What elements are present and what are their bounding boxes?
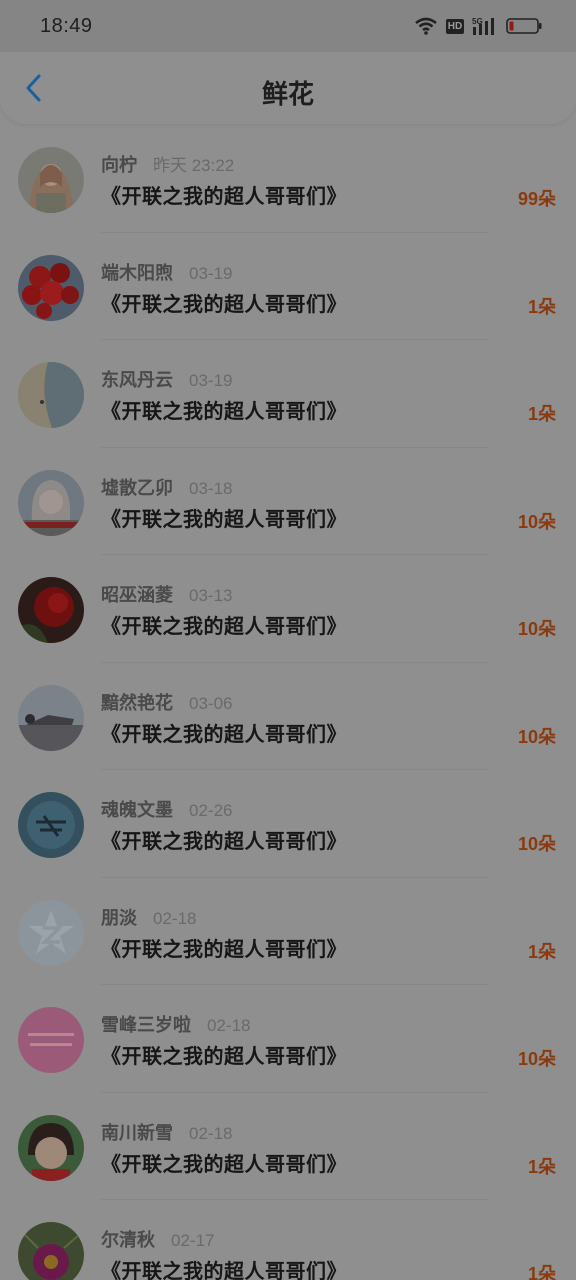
item-meta: 向柠 昨天 23:22 — [101, 151, 234, 177]
user-name[interactable]: 墟散乙卯 — [101, 474, 173, 500]
flower-count: 10朵 — [517, 834, 556, 854]
avatar[interactable] — [18, 899, 84, 966]
user-name[interactable]: 东风丹云 — [101, 366, 173, 392]
avatar[interactable] — [18, 147, 84, 213]
book-title[interactable]: 《开联之我的超人哥哥们》 — [101, 718, 347, 747]
item-meta: 南川新雪 02-18 — [101, 1119, 232, 1145]
send-time: 02-18 — [189, 1123, 233, 1143]
list-item[interactable]: 向柠 昨天 23:22 《开联之我的超人哥哥们》 99朵 — [0, 125, 576, 233]
list-item[interactable]: 魂魄文墨 02-26 《开联之我的超人哥哥们》 10朵 — [0, 770, 576, 878]
avatar[interactable] — [18, 254, 84, 321]
flower-count: 10朵 — [517, 511, 556, 532]
status-icons: HD 5G — [414, 17, 542, 35]
item-meta: 墟散乙卯 03-18 — [101, 474, 232, 500]
flower-list-screen: 18:49 HD 5G 鲜花 向柠 昨天 23:22 《开联之我的超人哥哥们》 … — [0, 0, 576, 1280]
item-meta: 雪峰三岁啦 02-18 — [101, 1011, 250, 1037]
user-name[interactable]: 魂魄文墨 — [101, 796, 173, 822]
avatar[interactable] — [18, 362, 84, 428]
item-meta: 朋淡 02-18 — [101, 904, 196, 930]
item-meta: 东风丹云 03-19 — [101, 366, 232, 392]
user-name[interactable]: 雪峰三岁啦 — [101, 1011, 191, 1037]
page-header: 鲜花 — [0, 52, 576, 124]
book-title[interactable]: 《开联之我的超人哥哥们》 — [101, 395, 347, 424]
flower-count: 10朵 — [517, 1049, 556, 1069]
book-title[interactable]: 《开联之我的超人哥哥们》 — [101, 288, 347, 317]
book-title[interactable]: 《开联之我的超人哥哥们》 — [101, 1255, 347, 1280]
status-time: 18:49 — [40, 14, 93, 37]
flower-count: 10朵 — [517, 726, 556, 747]
send-time: 03-13 — [189, 586, 233, 605]
item-meta: 魂魄文墨 02-26 — [101, 796, 232, 822]
signal-icon: 5G — [472, 17, 498, 35]
flower-count: 1朵 — [527, 1264, 556, 1280]
send-time: 02-26 — [189, 801, 233, 820]
avatar[interactable] — [18, 1114, 84, 1181]
item-meta: 黯然艳花 03-06 — [101, 689, 232, 715]
wifi-icon — [414, 17, 438, 35]
flower-list: 向柠 昨天 23:22 《开联之我的超人哥哥们》 99朵 端木阳煦 03-19 … — [0, 125, 576, 1280]
item-meta: 尔清秋 02-17 — [101, 1226, 214, 1252]
list-item[interactable]: 昭巫涵菱 03-13 《开联之我的超人哥哥们》 10朵 — [0, 555, 576, 663]
book-title[interactable]: 《开联之我的超人哥哥们》 — [101, 1148, 347, 1177]
avatar[interactable] — [18, 469, 84, 536]
item-meta: 昭巫涵菱 03-13 — [101, 581, 232, 607]
flower-count: 10朵 — [517, 619, 556, 639]
book-title[interactable]: 《开联之我的超人哥哥们》 — [101, 825, 347, 854]
status-bar: 18:49 HD 5G — [0, 0, 576, 52]
user-name[interactable]: 端木阳煦 — [101, 259, 173, 285]
avatar[interactable] — [18, 1007, 84, 1073]
flower-count: 1朵 — [527, 404, 556, 424]
user-name[interactable]: 黯然艳花 — [101, 689, 173, 715]
flower-count: 1朵 — [527, 296, 556, 317]
list-item[interactable]: 端木阳煦 03-19 《开联之我的超人哥哥们》 1朵 — [0, 233, 576, 340]
flower-count: 99朵 — [517, 189, 556, 209]
list-item[interactable]: 墟散乙卯 03-18 《开联之我的超人哥哥们》 10朵 — [0, 448, 576, 555]
send-time: 03-19 — [189, 371, 233, 390]
avatar[interactable] — [18, 684, 84, 751]
list-item[interactable]: 南川新雪 02-18 《开联之我的超人哥哥们》 1朵 — [0, 1093, 576, 1200]
book-title[interactable]: 《开联之我的超人哥哥们》 — [101, 933, 347, 962]
avatar[interactable] — [18, 1222, 84, 1280]
book-title[interactable]: 《开联之我的超人哥哥们》 — [101, 180, 347, 209]
list-item[interactable]: 朋淡 02-18 《开联之我的超人哥哥们》 1朵 — [0, 878, 576, 985]
user-name[interactable]: 向柠 — [101, 151, 137, 177]
page-title: 鲜花 — [261, 80, 314, 110]
send-time: 02-18 — [153, 908, 197, 928]
book-title[interactable]: 《开联之我的超人哥哥们》 — [101, 503, 347, 532]
send-time: 03-06 — [189, 693, 233, 713]
battery-icon — [506, 17, 542, 35]
send-time: 昨天 23:22 — [153, 156, 235, 175]
avatar[interactable] — [18, 577, 84, 643]
book-title[interactable]: 《开联之我的超人哥哥们》 — [101, 1040, 347, 1069]
item-meta: 端木阳煦 03-19 — [101, 259, 232, 285]
send-time: 03-18 — [189, 478, 233, 498]
user-name[interactable]: 南川新雪 — [101, 1119, 173, 1145]
list-item[interactable]: 雪峰三岁啦 02-18 《开联之我的超人哥哥们》 10朵 — [0, 985, 576, 1093]
send-time: 02-17 — [171, 1231, 215, 1250]
user-name[interactable]: 昭巫涵菱 — [101, 581, 173, 607]
flower-count: 1朵 — [527, 941, 556, 962]
hd-icon: HD — [446, 18, 464, 34]
user-name[interactable]: 尔清秋 — [101, 1226, 155, 1252]
user-name[interactable]: 朋淡 — [101, 904, 137, 930]
list-item[interactable]: 黯然艳花 03-06 《开联之我的超人哥哥们》 10朵 — [0, 663, 576, 770]
send-time: 03-19 — [189, 263, 233, 283]
list-item[interactable]: 东风丹云 03-19 《开联之我的超人哥哥们》 1朵 — [0, 340, 576, 448]
send-time: 02-18 — [207, 1016, 251, 1035]
avatar[interactable] — [18, 792, 84, 858]
book-title[interactable]: 《开联之我的超人哥哥们》 — [101, 610, 347, 639]
flower-count: 1朵 — [527, 1156, 556, 1177]
list-item[interactable]: 尔清秋 02-17 《开联之我的超人哥哥们》 1朵 — [0, 1200, 576, 1280]
